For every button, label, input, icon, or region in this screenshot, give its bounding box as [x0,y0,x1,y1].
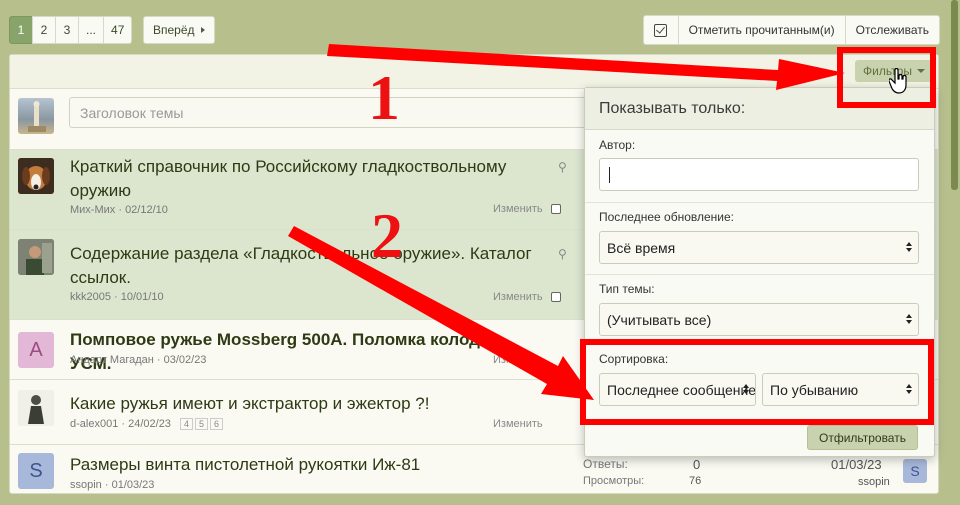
annotation-arrow-2 [288,226,594,400]
annotation-box-filters [837,47,936,108]
annotation-number-2: 2 [371,200,403,271]
hand-cursor-icon [889,68,907,94]
annotation-number-1: 1 [368,62,400,133]
annotation-box-sort [580,339,934,425]
annotation-arrow-1 [327,44,845,90]
